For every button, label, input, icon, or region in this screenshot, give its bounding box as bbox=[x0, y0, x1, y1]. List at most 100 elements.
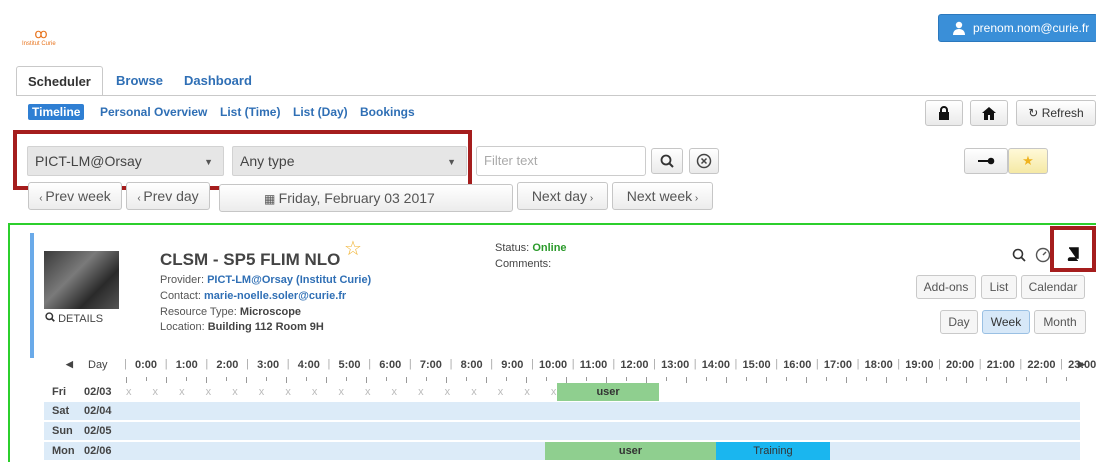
calendar-icon: ▦ bbox=[264, 192, 279, 206]
resource-thumbnail[interactable] bbox=[44, 251, 119, 309]
institut-curie-logo[interactable]: ꝏ bbox=[30, 27, 52, 41]
tick-mark bbox=[546, 377, 547, 381]
hour-label: 3:00 bbox=[257, 359, 280, 371]
month-view-button[interactable]: Month bbox=[1034, 310, 1086, 334]
subnav-personal-overview[interactable]: Personal Overview bbox=[100, 104, 207, 120]
hour-label: 19:00 bbox=[905, 359, 934, 371]
user-menu-button[interactable]: prenom.nom@curie.fr bbox=[938, 14, 1096, 42]
hour-separator: | bbox=[246, 358, 249, 370]
prev-day-label: Prev day bbox=[143, 188, 199, 204]
gauge-icon[interactable] bbox=[1035, 247, 1051, 268]
home-button[interactable] bbox=[970, 100, 1008, 126]
hour-separator: | bbox=[693, 358, 697, 370]
tick-mark bbox=[1066, 377, 1067, 381]
contact-link[interactable]: marie-noelle.soler@curie.fr bbox=[204, 290, 346, 302]
refresh-label: Refresh bbox=[1041, 106, 1084, 120]
prev-day-button[interactable]: ‹ Prev day bbox=[126, 182, 210, 210]
timeline-row[interactable]: Fri 02/03 x x x x x x x x x x x x x x x x … bbox=[44, 383, 1080, 401]
hour-label: 12:00 bbox=[620, 359, 649, 371]
addons-button[interactable]: Add-ons bbox=[916, 275, 976, 299]
filter-text-input[interactable]: Filter text bbox=[476, 146, 646, 176]
lock-button[interactable] bbox=[925, 100, 963, 126]
subnav-list-time[interactable]: List (Time) bbox=[220, 104, 280, 120]
provider-label: Provider: bbox=[160, 274, 205, 286]
tab-dashboard[interactable]: Dashboard bbox=[184, 66, 252, 96]
provider-link[interactable]: PICT-LM@Orsay (Institut Curie) bbox=[207, 274, 371, 286]
week-view-button[interactable]: Week bbox=[982, 310, 1030, 334]
row-day-name: Sun bbox=[52, 425, 73, 437]
lock-icon bbox=[939, 106, 949, 120]
contact-label: Contact: bbox=[160, 290, 201, 302]
row-date: 02/06 bbox=[84, 445, 112, 457]
home-icon bbox=[982, 107, 996, 120]
provider-line: Provider: PICT-LM@Orsay (Institut Curie) bbox=[160, 274, 371, 286]
hour-separator: | bbox=[124, 358, 127, 370]
subnav-timeline[interactable]: Timeline bbox=[28, 104, 85, 120]
tab-browse[interactable]: Browse bbox=[116, 66, 163, 96]
details-link[interactable]: DETAILS bbox=[45, 312, 103, 325]
hour-label: 7:00 bbox=[419, 359, 442, 371]
favorite-filter-button[interactable]: ★ bbox=[1008, 148, 1048, 174]
hour-label: 23:00 bbox=[1068, 359, 1096, 371]
tick-mark bbox=[426, 377, 427, 381]
zoom-search-icon[interactable] bbox=[1012, 248, 1026, 267]
hour-separator: | bbox=[978, 358, 982, 370]
hour-separator: | bbox=[815, 358, 819, 370]
subnav-list-day[interactable]: List (Day) bbox=[293, 104, 348, 120]
tab-scheduler[interactable]: Scheduler bbox=[16, 66, 103, 96]
tick-mark bbox=[746, 377, 747, 381]
search-icon bbox=[660, 154, 674, 168]
search-button[interactable] bbox=[651, 148, 683, 174]
timeline-row[interactable]: Mon 02/06 user Training bbox=[44, 442, 1080, 460]
calendar-view-button[interactable]: Calendar bbox=[1021, 275, 1085, 299]
timeline-row[interactable]: Sat 02/04 bbox=[44, 402, 1080, 420]
day-view-button[interactable]: Day bbox=[940, 310, 978, 334]
booking-event[interactable]: user bbox=[557, 383, 659, 401]
hour-label: 15:00 bbox=[742, 359, 771, 371]
comments-label: Comments: bbox=[495, 258, 552, 270]
next-week-button[interactable]: Next week › bbox=[612, 182, 713, 210]
favorite-star-icon[interactable]: ☆ bbox=[344, 236, 362, 261]
hour-label: 8:00 bbox=[460, 359, 483, 371]
timeline-row[interactable]: Sun 02/05 bbox=[44, 422, 1080, 440]
next-day-button[interactable]: Next day › bbox=[517, 182, 608, 210]
hour-separator: | bbox=[286, 358, 290, 370]
hour-label: 14:00 bbox=[701, 359, 730, 371]
subnav-bookings[interactable]: Bookings bbox=[360, 104, 415, 120]
user-email: prenom.nom@curie.fr bbox=[973, 21, 1090, 35]
tick-mark bbox=[186, 377, 187, 381]
past-slots-marker: x x x x x x x x x x x x x x x x x x bbox=[126, 386, 592, 398]
scroll-left-icon[interactable]: ◀ bbox=[66, 359, 73, 370]
hour-separator: | bbox=[1019, 358, 1023, 370]
tick-mark bbox=[146, 377, 147, 381]
refresh-button[interactable]: ↻ Refresh bbox=[1016, 100, 1096, 126]
hour-label: 16:00 bbox=[783, 359, 812, 371]
hour-label: 0:00 bbox=[135, 359, 158, 371]
details-label: DETAILS bbox=[58, 313, 104, 325]
booking-event[interactable]: Training bbox=[715, 442, 830, 460]
tick-mark bbox=[226, 377, 227, 381]
tick-mark bbox=[346, 377, 347, 381]
hour-label: 17:00 bbox=[823, 359, 853, 371]
prev-week-button[interactable]: ‹ Prev week bbox=[28, 182, 122, 210]
tick-mark bbox=[706, 377, 707, 381]
tick-mark bbox=[306, 377, 307, 381]
resource-location: Building 112 Room 9H bbox=[207, 321, 324, 333]
filter-highlight-box bbox=[13, 130, 472, 190]
contact-line: Contact: marie-noelle.soler@curie.fr bbox=[160, 290, 346, 302]
hour-separator: | bbox=[653, 358, 656, 370]
booking-event[interactable]: user bbox=[545, 442, 716, 460]
clear-filter-button[interactable] bbox=[689, 148, 719, 174]
search-icon bbox=[45, 312, 55, 322]
list-view-button[interactable]: List bbox=[981, 275, 1017, 299]
tick-mark bbox=[826, 377, 827, 381]
logo-text: Institut Curie bbox=[22, 41, 56, 47]
tick-mark bbox=[506, 377, 507, 381]
close-circle-icon bbox=[696, 153, 712, 169]
key-filter-button[interactable] bbox=[964, 148, 1008, 174]
tick-mark bbox=[946, 377, 947, 381]
date-picker[interactable]: ▦ Friday, February 03 2017 bbox=[219, 184, 513, 212]
tick-mark bbox=[386, 377, 387, 381]
next-week-label: Next week bbox=[626, 188, 693, 204]
hour-separator: | bbox=[164, 358, 168, 370]
